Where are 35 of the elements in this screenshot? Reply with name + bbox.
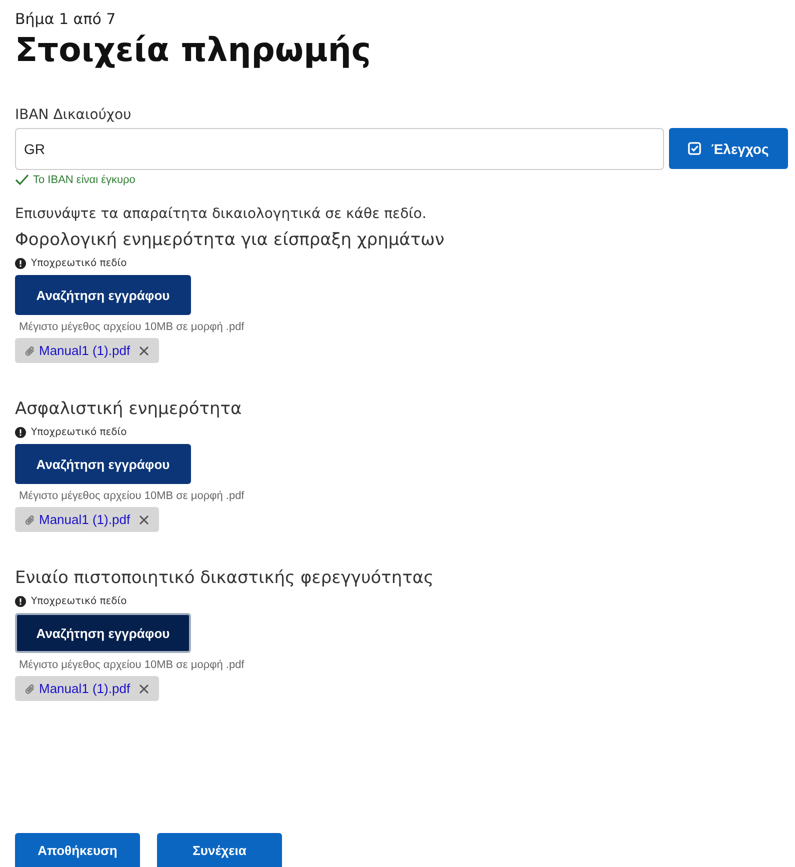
file-size-hint: Μέγιστο μέγεθος αρχείου 10MB σε μορφή .pdf [19,659,244,671]
save-button[interactable]: Αποθήκευση [15,833,140,867]
required-note: Υποχρεωτικό πεδίο [31,427,127,438]
paperclip-icon [25,514,36,526]
iban-input-field[interactable]: GR [15,128,664,170]
exclamation-icon [15,427,26,438]
field-label: IBAN Δικαιούχου [15,107,132,123]
step-indicator: Βήμα 1 από 7 [15,10,117,28]
close-icon [139,514,150,524]
file-link[interactable]: Manual1 (1).pdf [39,343,130,358]
instruction-text: Επισυνάψτε τα απαραίτητα δικαιολογητικά σε κάθε πεδίο. [15,206,428,222]
file-size-hint: Μέγιστο μέγεθος αρχείου 10MB σε μορφή .pdf [19,321,244,333]
checkbox-icon [688,142,702,155]
exclamation-icon [15,258,26,269]
file-size-hint: Μέγιστο μέγεθος αρχείου 10MB σε μορφή .pdf [19,490,244,502]
exclamation-icon [15,596,26,607]
document-title: Φορολογική ενημερότητα για είσπραξη χρημάτων [15,230,444,250]
document-title: Ασφαλιστική ενημερότητα [15,399,242,419]
paperclip-icon [25,344,36,356]
close-icon [139,346,150,356]
document-title: Ενιαίο πιστοποιητικό δικαστικής φερεγγυότητας [15,568,434,588]
page-title: Στοιχεία πληρωμής [15,30,372,69]
browse-button[interactable]: Αναζήτηση εγγράφου [15,444,191,484]
paperclip-icon [25,682,36,694]
validation-message: Το IBAN είναι έγκυρο [33,174,136,186]
required-note: Υποχρεωτικό πεδίο [31,596,127,607]
checkmark-icon [15,174,29,186]
browse-button[interactable]: Αναζήτηση εγγράφου [15,275,191,315]
continue-button[interactable]: Συνέχεια [157,833,282,867]
close-icon [139,684,150,694]
file-link[interactable]: Manual1 (1).pdf [39,512,130,527]
required-note: Υποχρεωτικό πεδίο [31,258,127,269]
check-button[interactable]: Έλεγχος [669,128,788,169]
file-link[interactable]: Manual1 (1).pdf [39,681,130,696]
browse-button[interactable]: Αναζήτηση εγγράφου [15,613,191,653]
